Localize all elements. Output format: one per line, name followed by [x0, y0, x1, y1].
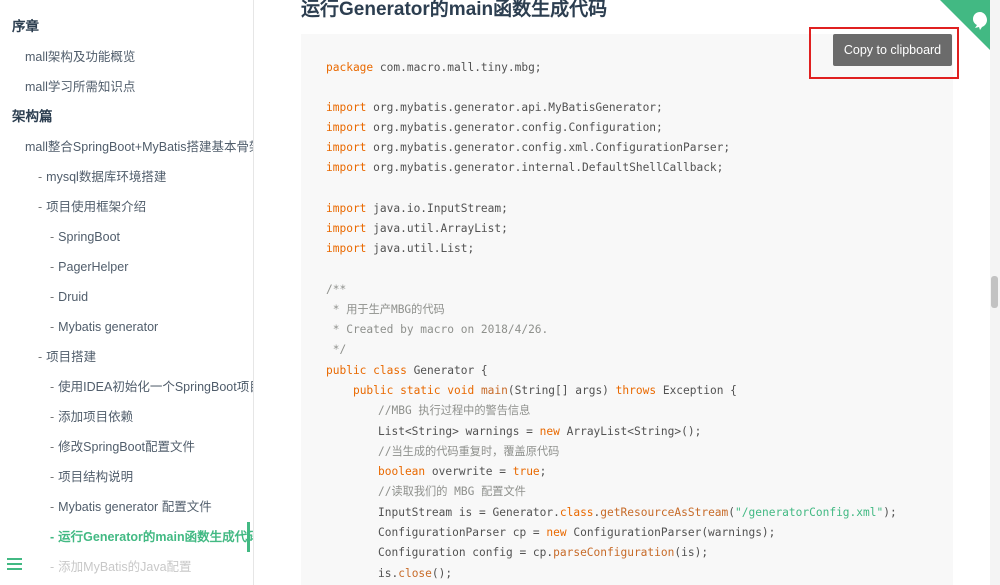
- code-line: import org.mybatis.generator.internal.De…: [326, 161, 724, 174]
- code-line: InputStream is = Generator.class.getReso…: [378, 506, 897, 519]
- sidebar-item[interactable]: - 项目使用框架介绍: [0, 192, 253, 222]
- code-line: ConfigurationParser cp = new Configurati…: [378, 526, 776, 539]
- sidebar-bullet: -: [50, 470, 55, 484]
- sidebar-item-label: 项目搭建: [46, 350, 97, 364]
- sidebar-bullet: -: [50, 410, 55, 424]
- sidebar-item[interactable]: - Mybatis generator: [0, 312, 253, 342]
- sidebar-bullet: -: [38, 350, 43, 364]
- sidebar-item-label: Mybatis generator 配置文件: [58, 500, 212, 514]
- sidebar-item-label: mall学习所需知识点: [25, 80, 136, 94]
- sidebar-item-label: 架构篇: [12, 109, 53, 124]
- code-comment: * 用于生产MBG的代码: [326, 303, 445, 316]
- code-line: public static void main(String[] args) t…: [352, 384, 737, 397]
- sidebar-item-label: 修改SpringBoot配置文件: [58, 440, 196, 454]
- sidebar-item[interactable]: - 项目结构说明: [0, 462, 253, 492]
- sidebar-section-title: 架构篇: [12, 102, 253, 132]
- code-line: import java.util.List;: [326, 242, 475, 255]
- sidebar-item-label: 项目使用框架介绍: [46, 200, 147, 214]
- sidebar-item[interactable]: mall学习所需知识点: [0, 72, 253, 102]
- code-line: import org.mybatis.generator.api.MyBatis…: [326, 101, 663, 114]
- menu-toggle-icon[interactable]: [7, 555, 25, 575]
- sidebar-bullet: -: [50, 380, 55, 394]
- code-line: package com.macro.mall.tiny.mbg;: [326, 61, 542, 74]
- sidebar-bullet: -: [50, 560, 55, 574]
- sidebar-bullet: -: [50, 290, 55, 304]
- code-line: public class Generator {: [326, 364, 488, 377]
- sidebar-item-label: SpringBoot: [58, 230, 121, 244]
- sidebar-item-label: mall整合SpringBoot+MyBatis搭建基本骨架: [25, 140, 254, 154]
- sidebar-item[interactable]: - 添加项目依赖: [0, 402, 253, 432]
- code-comment: //当生成的代码重复时，覆盖原代码: [378, 445, 560, 458]
- code-line: boolean overwrite = true;: [378, 465, 547, 478]
- sidebar-bullet: -: [38, 200, 43, 214]
- sidebar-item[interactable]: - 运行Generator的main函数生成代码: [0, 522, 253, 552]
- code-block: package com.macro.mall.tiny.mbg; import …: [301, 34, 953, 585]
- code-comment: //读取我们的 MBG 配置文件: [378, 485, 526, 498]
- sidebar-item-label: PagerHelper: [58, 260, 129, 274]
- sidebar-item[interactable]: - Druid: [0, 282, 253, 312]
- sidebar-item[interactable]: - SpringBoot: [0, 222, 253, 252]
- sidebar-item-label: 运行Generator的main函数生成代码: [58, 530, 254, 544]
- sidebar: 序章 mall架构及功能概览 mall学习所需知识点架构篇 mall整合SpringB…: [0, 0, 254, 585]
- sidebar-item-label: Druid: [58, 290, 89, 304]
- code-comment: /**: [326, 283, 347, 296]
- sidebar-bullet: -: [50, 530, 55, 544]
- sidebar-bullet: -: [50, 320, 55, 334]
- sidebar-item[interactable]: - 修改SpringBoot配置文件: [0, 432, 253, 462]
- sidebar-item-label: mysql数据库环境搭建: [46, 170, 167, 184]
- highlight-annotation: [809, 27, 959, 79]
- sidebar-item[interactable]: - Mybatis generator 配置文件: [0, 492, 253, 522]
- sidebar-item-label: 添加项目依赖: [58, 410, 134, 424]
- page-heading: 运行Generator的main函数生成代码: [301, 0, 608, 20]
- code-line: import org.mybatis.generator.config.Conf…: [326, 121, 663, 134]
- sidebar-section-title: 序章: [12, 12, 253, 42]
- sidebar-item[interactable]: - 项目搭建: [0, 342, 253, 372]
- code-line: import java.util.ArrayList;: [326, 222, 508, 235]
- sidebar-item-label: mall架构及功能概览: [25, 50, 136, 64]
- sidebar-bullet: -: [50, 230, 55, 244]
- sidebar-bullet: -: [50, 440, 55, 454]
- code-comment: */: [326, 343, 347, 356]
- code-line: import org.mybatis.generator.config.xml.…: [326, 141, 731, 154]
- sidebar-item-label: 序章: [12, 19, 39, 34]
- sidebar-item[interactable]: - 使用IDEA初始化一个SpringBoot项目: [0, 372, 254, 402]
- sidebar-bullet: -: [50, 500, 55, 514]
- code-comment: //MBG 执行过程中的警告信息: [378, 404, 531, 417]
- code-line: import java.io.InputStream;: [326, 202, 508, 215]
- code-comment: * Created by macro on 2018/4/26.: [326, 323, 549, 336]
- sidebar-item[interactable]: - mysql数据库环境搭建: [0, 162, 253, 192]
- sidebar-item[interactable]: - PagerHelper: [0, 252, 253, 282]
- scrollbar-thumb[interactable]: [991, 276, 998, 308]
- sidebar-item[interactable]: - 添加MyBatis的Java配置: [0, 552, 253, 582]
- scrollbar[interactable]: [990, 0, 1000, 585]
- code-line: List<String> warnings = new ArrayList<St…: [378, 425, 702, 438]
- code-line: Configuration config = cp.parseConfigura…: [378, 546, 709, 559]
- sidebar-bullet: -: [50, 260, 55, 274]
- sidebar-item-label: Mybatis generator: [58, 320, 159, 334]
- sidebar-item-label: 使用IDEA初始化一个SpringBoot项目: [58, 380, 254, 394]
- sidebar-item-label: 添加MyBatis的Java配置: [58, 560, 192, 574]
- sidebar-item-label: 项目结构说明: [58, 470, 134, 484]
- sidebar-item[interactable]: mall整合SpringBoot+MyBatis搭建基本骨架: [0, 132, 254, 162]
- sidebar-bullet: -: [38, 170, 43, 184]
- code-line: is.close();: [378, 567, 453, 580]
- sidebar-item[interactable]: mall架构及功能概览: [0, 42, 253, 72]
